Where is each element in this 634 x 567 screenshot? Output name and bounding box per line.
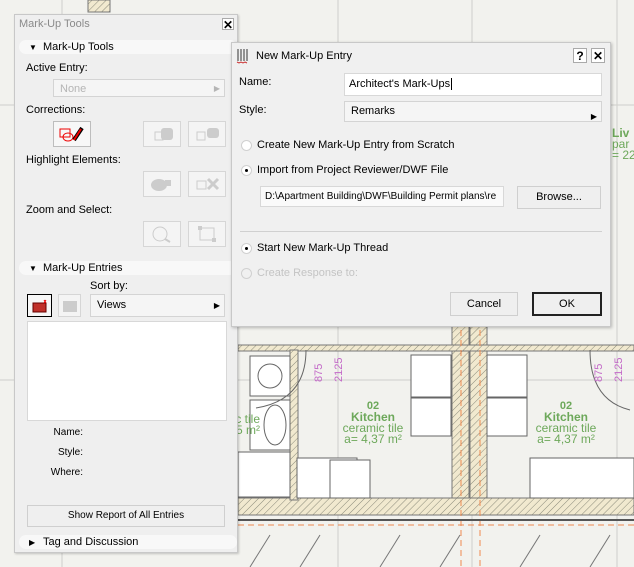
name-value: Architect's Mark-Ups xyxy=(349,78,451,90)
where-label: Where: xyxy=(50,467,83,478)
dropdown-value: None xyxy=(60,83,87,95)
active-entry-dropdown[interactable]: None ▶ xyxy=(53,79,225,97)
close-icon[interactable]: ✕ xyxy=(222,18,234,31)
new-thread-radio[interactable] xyxy=(241,243,252,254)
style-label: Style: xyxy=(239,104,267,116)
highlight-icon xyxy=(151,179,171,191)
remove-highlight-button xyxy=(188,171,226,197)
highlight-elements-label: Highlight Elements: xyxy=(26,154,121,166)
browse-button[interactable]: Browse... xyxy=(517,186,601,209)
room-area: a= 4,37 m² xyxy=(344,432,402,446)
markup-entry-icon xyxy=(236,49,248,64)
section-tag-discussion[interactable]: ▶ Tag and Discussion xyxy=(19,535,237,549)
room-area: = 22 xyxy=(612,148,634,162)
dimension-label: 875 xyxy=(593,363,605,382)
markup-tools-palette: Mark-Up Tools ✕ ▼ Mark-Up Tools Active En… xyxy=(14,14,238,553)
highlight-button xyxy=(143,171,181,197)
remove-element-icon xyxy=(196,128,219,141)
collapse-triangle-icon: ▼ xyxy=(29,264,37,273)
ok-button[interactable]: OK xyxy=(532,292,602,316)
remove-from-entry-button xyxy=(188,121,226,147)
file-path-input[interactable]: D:\Apartment Building\DWF\Building Permi… xyxy=(260,186,504,207)
expand-triangle-icon: ▶ xyxy=(29,538,36,547)
zoom-select-label: Zoom and Select: xyxy=(26,204,113,216)
name-label: Name: xyxy=(53,427,83,438)
add-to-entry-button xyxy=(143,121,181,147)
text-cursor xyxy=(451,78,453,90)
room-label-kitchen: 02 Kitchen ceramic tile a= 4,37 m² xyxy=(516,401,616,446)
scratch-option-label[interactable]: Create New Mark-Up Entry from Scratch xyxy=(257,139,454,151)
entries-list[interactable] xyxy=(27,321,227,421)
style-dropdown[interactable]: Remarks ▶ xyxy=(344,101,602,122)
room-area: a= 4,37 m² xyxy=(537,432,595,446)
dialog-title: New Mark-Up Entry xyxy=(256,50,352,62)
section-label: Mark-Up Tools xyxy=(43,41,114,53)
arrow-right-icon: ▶ xyxy=(213,84,220,93)
dimension-label: 2125 xyxy=(333,357,345,382)
arrow-right-icon: ▶ xyxy=(213,301,220,310)
section-label: Tag and Discussion xyxy=(43,536,139,548)
dropdown-value: Views xyxy=(97,299,127,311)
entry-icon xyxy=(62,300,77,312)
collapse-triangle-icon: ▼ xyxy=(29,43,37,52)
separator xyxy=(240,231,602,232)
response-option-label: Create Response to: xyxy=(257,267,358,279)
add-element-icon xyxy=(154,128,173,141)
arrow-right-icon: ▶ xyxy=(590,112,597,121)
close-icon[interactable]: ✕ xyxy=(591,48,605,63)
delete-entry-button xyxy=(58,294,81,317)
dimension-label: 875 xyxy=(313,363,325,382)
section-label: Mark-Up Entries xyxy=(43,262,123,274)
new-entry-icon xyxy=(32,299,46,312)
sort-by-label: Sort by: xyxy=(90,280,128,292)
new-markup-entry-dialog: New Mark-Up Entry ? ✕ Name: Architect's … xyxy=(231,42,611,327)
dropdown-value: Remarks xyxy=(351,105,396,117)
corrections-label: Corrections: xyxy=(26,104,86,116)
response-radio xyxy=(241,268,252,279)
select-elements-button xyxy=(188,221,226,247)
palette-title: Mark-Up Tools xyxy=(19,18,90,30)
room-label-kitchen: 02 Kitchen ceramic tile a= 4,37 m² xyxy=(323,401,423,446)
pen-markup-icon xyxy=(59,126,84,142)
cancel-button[interactable]: Cancel xyxy=(450,292,518,316)
scratch-radio[interactable] xyxy=(241,140,252,151)
section-markup-entries[interactable]: ▼ Mark-Up Entries xyxy=(19,261,237,275)
active-entry-label: Active Entry: xyxy=(26,62,88,74)
style-label: Style: xyxy=(57,447,83,458)
zoom-icon xyxy=(152,226,171,243)
draw-correction-button[interactable] xyxy=(53,121,91,147)
sort-by-dropdown[interactable]: Views ▶ xyxy=(90,294,225,317)
room-label-partial: Liv par = 22 xyxy=(612,127,634,162)
name-input[interactable]: Architect's Mark-Ups xyxy=(344,73,602,96)
new-entry-button[interactable] xyxy=(27,294,52,317)
remove-highlight-icon xyxy=(196,177,220,191)
show-report-button[interactable]: Show Report of All Entries xyxy=(27,505,225,527)
section-markup-tools[interactable]: ▼ Mark-Up Tools xyxy=(19,40,237,54)
import-radio[interactable] xyxy=(241,165,252,176)
zoom-to-entry-button xyxy=(143,221,181,247)
import-option-label[interactable]: Import from Project Reviewer/DWF File xyxy=(257,164,448,176)
help-button[interactable]: ? xyxy=(573,48,587,63)
dimension-label: 2125 xyxy=(613,357,625,382)
select-icon xyxy=(198,226,216,242)
new-thread-option-label[interactable]: Start New Mark-Up Thread xyxy=(257,242,388,254)
name-label: Name: xyxy=(239,76,272,88)
